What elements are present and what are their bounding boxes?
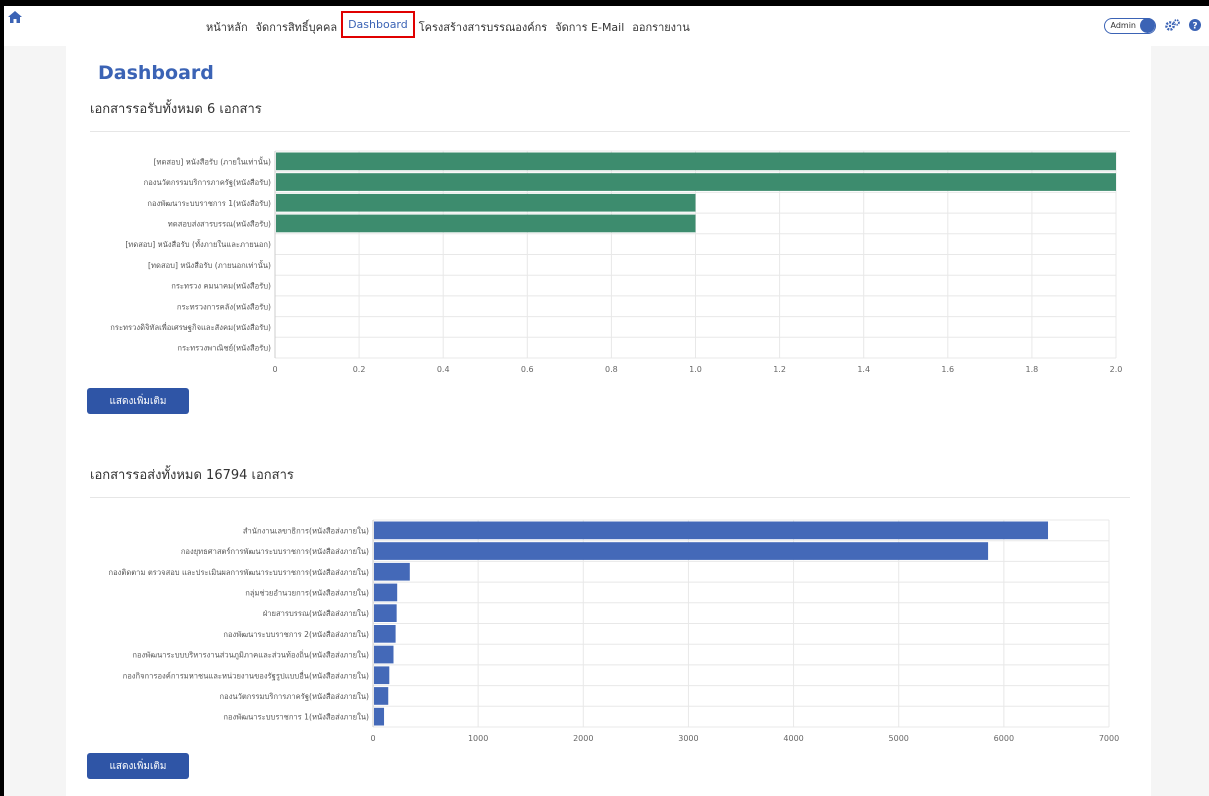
y-category-label: กระทรวงดิจิทัลเพื่อเศรษฐกิจและสังคม(หนัง…: [110, 322, 271, 332]
role-toggle[interactable]: Admin: [1103, 17, 1156, 34]
x-tick-label: 0: [272, 365, 277, 374]
y-category-label: กองพัฒนาระบบบริหารงานส่วนภูมิภาคและส่วนท…: [132, 650, 369, 660]
sent-section-title: เอกสารรอส่งทั้งหมด 16794 เอกสาร: [90, 468, 294, 483]
y-category-label: กระทรวงการคลัง(หนังสือรับ): [177, 302, 271, 311]
bar[interactable]: [374, 604, 397, 622]
x-tick-label: 2.0: [1110, 365, 1123, 374]
y-category-label: กองติดตาม ตรวจสอบ และประเมินผลการพัฒนาระ…: [109, 568, 370, 577]
x-tick-label: 1.0: [689, 365, 702, 374]
y-category-label: สำนักงานเลขาธิการ(หนังสือส่งภายใน): [243, 526, 369, 535]
top-navbar: หน้าหลัก จัดการสิทธิ์บุคคล Dashboard โคร…: [4, 6, 1209, 47]
bar[interactable]: [374, 687, 389, 705]
svg-text:?: ?: [1192, 21, 1197, 31]
x-tick-label: 1.4: [857, 365, 870, 374]
y-category-label: กลุ่มช่วยอำนวยการ(หนังสือส่งภายใน): [245, 588, 369, 597]
nav-reports[interactable]: ออกรายงาน: [628, 16, 693, 38]
bar[interactable]: [374, 645, 394, 664]
page-title: Dashboard: [98, 62, 214, 84]
x-tick-label: 0.6: [521, 365, 534, 374]
y-category-label: [ทดสอบ] หนังสือรับ (ทั้งภายในและภายนอก): [125, 239, 271, 249]
x-tick-label: 5000: [889, 734, 909, 743]
divider: [90, 497, 1130, 498]
y-category-label: ฝ่ายสารบรรณ(หนังสือส่งภายใน): [263, 609, 369, 618]
toolbar-right: Admin ?: [1103, 16, 1201, 35]
bar[interactable]: [276, 173, 1116, 191]
help-icon[interactable]: ?: [1189, 16, 1201, 35]
x-tick-label: 6000: [994, 734, 1014, 743]
bar[interactable]: [276, 193, 696, 212]
nav-home[interactable]: หน้าหลัก: [202, 16, 252, 38]
x-tick-label: 0.8: [605, 365, 618, 374]
nav-dashboard[interactable]: Dashboard: [341, 11, 415, 38]
right-margin: [1151, 46, 1209, 796]
nav-org-structure[interactable]: โครงสร้างสารบรรณองค์กร: [415, 16, 551, 38]
y-category-label: กองพัฒนาระบบราชการ 1(หนังสือส่งภายใน): [223, 713, 369, 722]
bar[interactable]: [276, 214, 696, 233]
x-tick-label: 4000: [783, 734, 803, 743]
show-more-received-button[interactable]: แสดงเพิ่มเติม: [87, 388, 189, 414]
bar[interactable]: [374, 521, 1049, 540]
x-tick-label: 0.4: [437, 365, 450, 374]
x-tick-label: 1000: [468, 734, 488, 743]
left-margin: [4, 46, 66, 796]
y-category-label: ทดสอบส่งสารบรรณ(หนังสือรับ): [168, 219, 271, 228]
y-category-label: กองยุทธศาสตร์การพัฒนาระบบราชการ(หนังสือส…: [181, 547, 369, 556]
y-category-label: กองนวัตกรรมบริการภาครัฐ(หนังสือส่งภายใน): [220, 692, 369, 701]
home-icon[interactable]: [8, 8, 22, 27]
nav-user-permissions[interactable]: จัดการสิทธิ์บุคคล: [252, 16, 341, 38]
role-label: Admin: [1110, 21, 1137, 30]
divider: [90, 131, 1130, 132]
x-tick-label: 1.2: [773, 365, 786, 374]
y-category-label: กระทรวง คมนาคม(หนังสือรับ): [171, 282, 271, 291]
dashboard-content: Dashboard เอกสารรอรับทั้งหมด 6 เอกสาร 00…: [66, 46, 1151, 796]
bar[interactable]: [374, 583, 398, 602]
y-category-label: กระทรวงพาณิชย์(หนังสือรับ): [177, 344, 271, 353]
x-tick-label: 0: [370, 734, 375, 743]
received-documents-chart: 0 0.2 0.4 0.6 0.8 1.0 1.2 1.4 1.6 1.8 2.0 [ทดสอบ] ห…: [110, 150, 1123, 374]
y-category-label: กองกิจการองค์การมหาชนและหน่วยงานของรัฐรู…: [123, 670, 369, 680]
x-tick-label: 1.8: [1026, 365, 1039, 374]
show-more-sent-button[interactable]: แสดงเพิ่มเติม: [87, 753, 189, 779]
toggle-knob: [1140, 18, 1155, 33]
x-tick-label: 0.2: [353, 365, 366, 374]
bar[interactable]: [374, 707, 385, 726]
settings-icon[interactable]: [1165, 16, 1180, 35]
bar[interactable]: [374, 666, 390, 685]
y-category-label: กองนวัตกรรมบริการภาครัฐ(หนังสือรับ): [144, 178, 271, 187]
x-tick-label: 1.6: [941, 365, 954, 374]
bar[interactable]: [374, 562, 410, 581]
nav-email-management[interactable]: จัดการ E-Mail: [551, 16, 628, 38]
main-nav: หน้าหลัก จัดการสิทธิ์บุคคล Dashboard โคร…: [202, 11, 694, 38]
y-category-label: [ทดสอบ] หนังสือรับ (ภายนอกเท่านั้น): [148, 260, 271, 270]
x-tick-label: 3000: [678, 734, 698, 743]
bar[interactable]: [374, 625, 396, 643]
received-section-title: เอกสารรอรับทั้งหมด 6 เอกสาร: [90, 102, 262, 117]
bar[interactable]: [374, 542, 989, 560]
y-category-label: [ทดสอบ] หนังสือรับ (ภายในเท่านั้น): [154, 156, 272, 166]
y-category-label: กองพัฒนาระบบราชการ 1(หนังสือรับ): [147, 199, 271, 208]
sent-documents-chart: 0 1000 2000 3000 4000 5000 6000 7000 สำนักงานเลข…: [109, 519, 1119, 743]
y-category-label: กองพัฒนาระบบราชการ 2(หนังสือส่งภายใน): [223, 630, 369, 639]
bar[interactable]: [276, 152, 1116, 171]
x-tick-label: 7000: [1099, 734, 1119, 743]
x-tick-label: 2000: [573, 734, 593, 743]
